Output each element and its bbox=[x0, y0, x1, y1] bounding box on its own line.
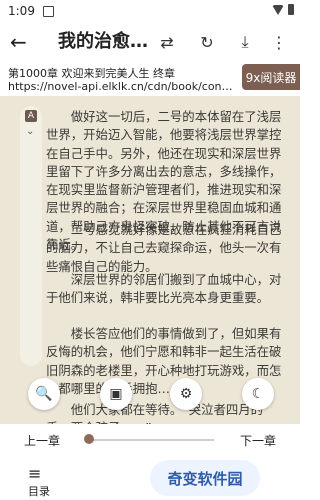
notification-icon bbox=[42, 5, 54, 17]
night-mode-button[interactable]: ☾ bbox=[242, 378, 274, 410]
chapter-bar: 上一章 下一章 bbox=[0, 424, 300, 454]
refresh-icon[interactable]: ↻ bbox=[196, 31, 218, 53]
shuffle-icon[interactable]: ⇄ bbox=[156, 31, 178, 53]
settings-button[interactable]: ⚙ bbox=[170, 378, 202, 410]
auto-page-icon: ▣ bbox=[109, 386, 123, 402]
battery-icon bbox=[288, 4, 294, 15]
download-icon[interactable]: ⤓ bbox=[234, 31, 256, 53]
book-title: 我的治愈… bbox=[58, 31, 148, 52]
chevron-down-icon: ⌄ bbox=[26, 126, 35, 137]
paragraph: 二号感觉就好像是故意在疯狂消耗自己的脑力，不让自己去窥探命运，他头一次有些痛恨自… bbox=[46, 222, 282, 274]
next-chapter-button[interactable]: 下一章 bbox=[240, 432, 276, 449]
status-time: 1:09 bbox=[8, 4, 35, 18]
search-icon: 🔍 bbox=[35, 386, 53, 402]
table-of-contents-icon[interactable]: ≡ bbox=[28, 464, 41, 483]
chapter-title: 第1000章 欢迎来到完美人生 终章 bbox=[8, 67, 175, 80]
wifi-icon bbox=[272, 4, 284, 15]
back-arrow-icon[interactable]: ← bbox=[10, 30, 27, 54]
more-vertical-icon[interactable]: ⋮ bbox=[268, 31, 290, 53]
auto-page-button[interactable]: ▣ bbox=[100, 378, 132, 410]
prev-chapter-button[interactable]: 上一章 bbox=[24, 432, 60, 449]
status-bar: 1:09 bbox=[0, 0, 300, 22]
reader-toolbar: ← 我的治愈… ⇄ ↻ ⤓ ⋮ bbox=[0, 22, 300, 62]
font-size-rail[interactable]: A ⌄ bbox=[20, 106, 42, 366]
status-right bbox=[272, 4, 294, 15]
reader-badge[interactable]: 9x阅读器 bbox=[242, 64, 300, 90]
font-size-icon[interactable]: A bbox=[25, 110, 37, 122]
search-button[interactable]: 🔍 bbox=[28, 378, 60, 410]
night-mode-icon: ☾ bbox=[251, 386, 265, 402]
paragraph: 深层世界的邻居们搬到了血城中心，对于他们来说，韩非要比光亮本身更重要。 bbox=[46, 272, 282, 306]
reading-page[interactable]: A ⌄ 做好这一切后，二号的本体留在了浅层世界，开始迈入智能，他要将浅层世界掌控… bbox=[0, 96, 300, 424]
watermark-logo: 奇变软件园 bbox=[150, 460, 260, 496]
settings-icon: ⚙ bbox=[179, 386, 193, 402]
progress-slider[interactable] bbox=[88, 439, 214, 441]
table-of-contents-label[interactable]: 目录 bbox=[28, 483, 50, 499]
source-url[interactable]: https://novel-api.elklk.cn/cdn/book/cont… bbox=[8, 80, 233, 93]
progress-slider-thumb[interactable] bbox=[84, 434, 94, 444]
